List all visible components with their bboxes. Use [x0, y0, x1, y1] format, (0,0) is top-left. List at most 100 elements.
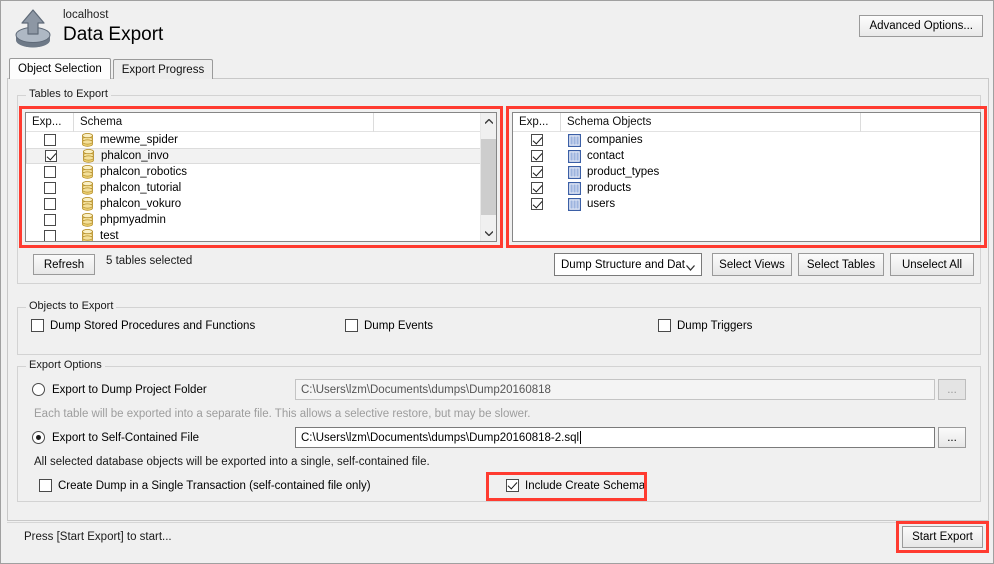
schema-row[interactable]: phalcon_tutorial: [26, 180, 496, 196]
schema-row-checkbox[interactable]: [26, 182, 74, 194]
browse-file-button[interactable]: ...: [938, 427, 966, 448]
advanced-options-button[interactable]: Advanced Options...: [859, 15, 983, 37]
schema-list-header: Exp... Schema: [26, 113, 496, 132]
scroll-up-icon[interactable]: [481, 113, 496, 129]
schema-col-filler: [374, 113, 496, 132]
schema-row[interactable]: mewme_spider: [26, 132, 496, 148]
object-row-label: companies: [587, 134, 643, 146]
objects-list-body: companies contact product_types products use…: [513, 132, 980, 212]
footer-divider: [7, 522, 989, 523]
object-row-checkbox[interactable]: [513, 134, 561, 146]
object-row[interactable]: users: [513, 196, 980, 212]
checkbox-icon: [44, 166, 56, 178]
dump-triggers-label: Dump Triggers: [677, 319, 753, 332]
schema-row-label: test: [100, 230, 119, 242]
object-row-label: users: [587, 198, 616, 210]
schema-row[interactable]: phalcon_robotics: [26, 164, 496, 180]
scrollbar-thumb[interactable]: [481, 139, 496, 215]
object-row[interactable]: contact: [513, 148, 980, 164]
schema-list[interactable]: Exp... Schema mewme_spider phalcon_invoph…: [25, 112, 497, 242]
schema-row-checkbox[interactable]: [26, 214, 74, 226]
browse-folder-button[interactable]: ...: [938, 379, 966, 400]
checkbox-icon: [506, 479, 519, 492]
dump-triggers-checkbox[interactable]: Dump Triggers: [658, 319, 752, 332]
checkbox-icon: [531, 198, 543, 210]
object-row-checkbox[interactable]: [513, 182, 561, 194]
table-icon: [561, 133, 587, 147]
export-db-icon: [11, 7, 55, 51]
export-to-folder-radio[interactable]: Export to Dump Project Folder: [32, 383, 207, 396]
tab-strip: Object Selection Export Progress: [9, 58, 214, 79]
database-icon: [74, 165, 100, 179]
object-row-label: contact: [587, 150, 625, 162]
single-transaction-label: Create Dump in a Single Transaction (sel…: [58, 479, 371, 492]
schema-row[interactable]: phalcon_invo: [26, 148, 496, 164]
dump-mode-select[interactable]: Dump Structure and Dat: [554, 253, 702, 276]
include-create-schema-checkbox[interactable]: Include Create Schema: [506, 479, 645, 492]
object-row[interactable]: product_types: [513, 164, 980, 180]
schema-row-label: phalcon_invo: [101, 150, 169, 162]
dump-folder-path-input[interactable]: C:\Users\lzm\Documents\dumps\Dump2016081…: [295, 379, 935, 400]
radio-icon: [32, 431, 45, 444]
schema-objects-list[interactable]: Exp... Schema Objects companies contact pr…: [512, 112, 981, 242]
data-export-window: localhost Data Export Advanced Options..…: [0, 0, 994, 564]
schema-row-checkbox[interactable]: [26, 134, 74, 146]
schema-row-checkbox[interactable]: [26, 198, 74, 210]
schema-row-label: phalcon_vokuro: [100, 198, 182, 210]
object-row[interactable]: products: [513, 180, 980, 196]
unselect-all-button[interactable]: Unselect All: [890, 253, 974, 276]
schema-row[interactable]: test: [26, 228, 496, 242]
dump-stored-procedures-checkbox[interactable]: Dump Stored Procedures and Functions: [31, 319, 255, 332]
database-icon: [74, 133, 100, 147]
objects-col-filler: [861, 113, 980, 132]
scroll-down-icon[interactable]: [481, 225, 496, 241]
dump-folder-path-value: C:\Users\lzm\Documents\dumps\Dump2016081…: [301, 383, 551, 396]
schema-row-checkbox[interactable]: [27, 150, 75, 162]
schema-row-label: phalcon_robotics: [100, 166, 187, 178]
object-row-checkbox[interactable]: [513, 150, 561, 162]
schema-row[interactable]: phpmyadmin: [26, 212, 496, 228]
checkbox-icon: [44, 134, 56, 146]
objects-list-header: Exp... Schema Objects: [513, 113, 980, 132]
database-icon: [74, 229, 100, 241]
dump-mode-value: Dump Structure and Dat: [561, 258, 686, 271]
dump-events-checkbox[interactable]: Dump Events: [345, 319, 433, 332]
schema-list-scrollbar[interactable]: [480, 113, 496, 241]
schema-col-name[interactable]: Schema: [74, 113, 374, 132]
start-export-button[interactable]: Start Export: [902, 526, 983, 548]
select-views-button[interactable]: Select Views: [712, 253, 792, 276]
schema-row-label: phalcon_tutorial: [100, 182, 182, 194]
export-to-file-radio[interactable]: Export to Self-Contained File: [32, 431, 199, 444]
tab-export-progress[interactable]: Export Progress: [112, 59, 214, 79]
schema-row[interactable]: phalcon_vokuro: [26, 196, 496, 212]
dump-file-path-input[interactable]: C:\Users\lzm\Documents\dumps\Dump2016081…: [295, 427, 935, 448]
table-icon: [561, 165, 587, 179]
objects-col-export[interactable]: Exp...: [513, 113, 561, 132]
schema-row-label: phpmyadmin: [100, 214, 166, 226]
refresh-button[interactable]: Refresh: [33, 254, 95, 275]
object-row-checkbox[interactable]: [513, 166, 561, 178]
table-icon: [561, 181, 587, 195]
schema-row-checkbox[interactable]: [26, 166, 74, 178]
dump-events-label: Dump Events: [364, 319, 434, 332]
objects-col-name[interactable]: Schema Objects: [561, 113, 861, 132]
checkbox-icon: [44, 182, 56, 194]
tab-object-selection[interactable]: Object Selection: [9, 58, 111, 79]
object-row[interactable]: companies: [513, 132, 980, 148]
page-title: Data Export: [63, 24, 164, 45]
dump-file-path-value: C:\Users\lzm\Documents\dumps\Dump2016081…: [301, 431, 580, 444]
database-icon: [75, 149, 101, 163]
radio-icon: [32, 383, 45, 396]
include-create-schema-label: Include Create Schema: [525, 479, 646, 492]
dump-stored-procedures-label: Dump Stored Procedures and Functions: [50, 319, 256, 332]
single-transaction-checkbox[interactable]: Create Dump in a Single Transaction (sel…: [39, 479, 371, 492]
database-icon: [74, 197, 100, 211]
select-tables-button[interactable]: Select Tables: [798, 253, 884, 276]
schema-list-body: mewme_spider phalcon_invo phalcon_robotics…: [26, 132, 496, 242]
schema-row-checkbox[interactable]: [26, 230, 74, 241]
schema-col-export[interactable]: Exp...: [26, 113, 74, 132]
window-header: localhost Data Export Advanced Options..…: [1, 1, 993, 53]
text-caret: [580, 431, 582, 444]
object-row-checkbox[interactable]: [513, 198, 561, 210]
object-row-label: products: [587, 182, 632, 194]
